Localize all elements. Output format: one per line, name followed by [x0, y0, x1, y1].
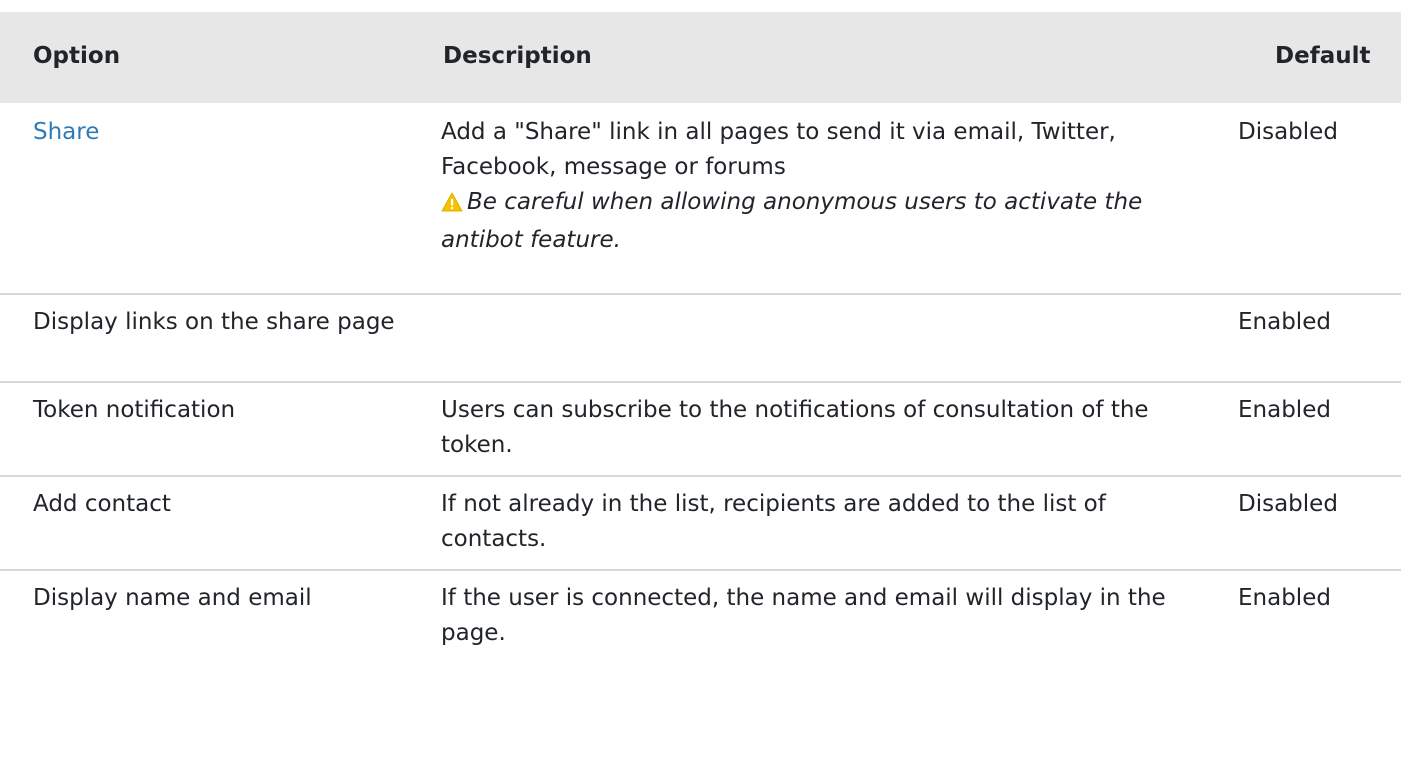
- header-option: Option: [0, 12, 408, 103]
- header-description: Description: [408, 12, 1220, 103]
- option-cell: Share: [0, 102, 408, 295]
- table-row: Display name and email If the user is co…: [0, 570, 1401, 673]
- table-row: Share Add a "Share" link in all pages to…: [0, 102, 1401, 295]
- table-row: Display links on the share page Enabled: [0, 294, 1401, 383]
- share-option-link[interactable]: Share: [33, 119, 99, 145]
- page: Option Description Default Share Add a "…: [0, 0, 1416, 763]
- option-cell: Display links on the share page: [0, 294, 408, 383]
- description-cell: Users can subscribe to the notifications…: [408, 382, 1220, 477]
- table-row: Add contact If not already in the list, …: [0, 476, 1401, 571]
- description-cell: If not already in the list, recipients a…: [408, 476, 1220, 571]
- description-cell: [408, 294, 1220, 383]
- description-cell: Add a "Share" link in all pages to send …: [408, 102, 1220, 295]
- option-cell: Token notification: [0, 382, 408, 477]
- table-row: Token notification Users can subscribe t…: [0, 382, 1401, 477]
- table-header: Option Description Default: [0, 12, 1401, 103]
- description-cell: If the user is connected, the name and e…: [441, 585, 1166, 646]
- warning-note: Be careful when allowing anonymous users…: [441, 185, 1214, 258]
- default-cell: Disabled: [1220, 102, 1401, 295]
- default-cell: Enabled: [1238, 585, 1331, 611]
- warning-text: Be careful when allowing anonymous users…: [441, 189, 1143, 253]
- option-cell: Add contact: [0, 476, 408, 571]
- options-table: Option Description Default Share Add a "…: [0, 12, 1401, 673]
- default-cell: Disabled: [1220, 476, 1401, 571]
- default-cell: Enabled: [1220, 294, 1401, 383]
- header-default: Default: [1220, 12, 1401, 103]
- description-text: Add a "Share" link in all pages to send …: [441, 119, 1116, 180]
- default-cell: Enabled: [1220, 382, 1401, 477]
- table-body: Share Add a "Share" link in all pages to…: [0, 102, 1401, 673]
- option-cell: Display name and email: [33, 585, 312, 611]
- warning-triangle-icon: [441, 188, 463, 223]
- header-row: Option Description Default: [0, 12, 1401, 103]
